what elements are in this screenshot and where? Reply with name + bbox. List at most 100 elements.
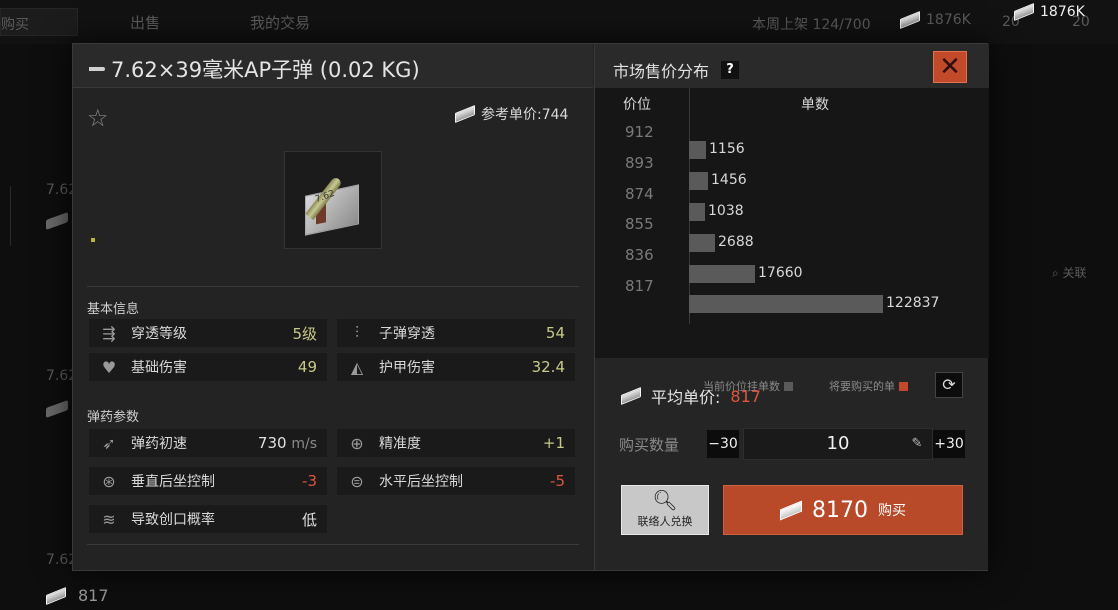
- stat-label: 水平后坐控制: [379, 474, 463, 490]
- money-icon: [46, 211, 68, 231]
- divider: [10, 186, 11, 246]
- item-details-pane: 7.62×39毫米AP子弹 (0.02 KG) ☆ 参考单价:744 7.62 …: [73, 44, 593, 570]
- broken-heart-icon: ♥: [101, 357, 117, 377]
- price-distribution-chart: 价位 单数 912 893 874 855 836 817 1156 1456 1038 2688…: [595, 88, 989, 398]
- contact-exchange-button[interactable]: 🔍︎ 联络人兑换: [621, 485, 709, 535]
- bullet-icon: [89, 67, 105, 71]
- bleeding-icon: ≋: [102, 509, 116, 529]
- quantity-bar: [689, 233, 715, 252]
- price-tick-label: 855: [625, 215, 654, 234]
- market-header: 市场售价分布 ? ✕: [595, 44, 989, 88]
- average-price-label: 平均单价:: [651, 388, 721, 407]
- stat-value: 730 m/s: [258, 434, 317, 452]
- stat-value: +1: [542, 434, 565, 452]
- item-title-text: 7.62×39毫米AP子弹 (0.02 KG): [111, 58, 420, 82]
- money-icon: [46, 399, 68, 419]
- quantity-value: 10: [826, 433, 850, 454]
- stat-value: -5: [550, 472, 565, 490]
- column-header-quantity: 单数: [801, 97, 829, 113]
- quantity-bar-label: 1156: [709, 141, 745, 158]
- stat-label: 基础伤害: [131, 360, 187, 376]
- bullet-penetration-icon: ⫶: [354, 323, 359, 342]
- money-icon: [621, 386, 641, 406]
- ammo-params-title: 弹药参数: [87, 410, 140, 425]
- reference-price: 参考单价:744: [455, 104, 568, 124]
- penetration-level-icon: ⇶: [102, 323, 116, 343]
- stat-unit: m/s: [291, 436, 317, 452]
- buy-button[interactable]: 8170 购买: [723, 485, 963, 535]
- rarity-dot: [91, 238, 95, 242]
- money-display: 1876K: [900, 10, 971, 30]
- price-tick-label: 893: [625, 153, 654, 172]
- search-text: 购买: [1, 17, 29, 33]
- legend-swatch-buy: [899, 381, 908, 391]
- legend-buy: 将要购买的单: [829, 378, 908, 394]
- vertical-recoil-icon: ⊛: [102, 471, 116, 491]
- horizontal-recoil-icon: ⊜: [350, 471, 364, 491]
- money-icon: [46, 586, 66, 605]
- price-tick-label: 912: [625, 123, 654, 141]
- price-tick-label: 874: [625, 184, 654, 203]
- increase-30-button[interactable]: +30: [933, 430, 965, 458]
- help-icon[interactable]: ?: [721, 61, 740, 79]
- stat-base-damage: ♥ 基础伤害 49: [89, 353, 327, 381]
- money-value: 1876K: [926, 12, 971, 28]
- quantity-input[interactable]: 10 ✎: [743, 428, 933, 460]
- stat-value: 5级: [292, 324, 317, 343]
- stat-value: -3: [302, 472, 317, 490]
- tab-sell[interactable]: 出售: [130, 12, 160, 33]
- quantity-bar: [689, 264, 755, 283]
- purchase-dialog: 7.62×39毫米AP子弹 (0.02 KG) ☆ 参考单价:744 7.62 …: [72, 43, 989, 571]
- reference-price-text: 参考单价:744: [481, 107, 569, 123]
- average-price: 平均单价: 817: [621, 384, 761, 408]
- top-money-display: 1876K: [1014, 2, 1085, 22]
- stat-value: 低: [301, 510, 317, 529]
- stat-label: 穿透等级: [131, 326, 187, 342]
- bg-row-price: 817: [46, 586, 109, 605]
- quantity-bar-label: 17660: [758, 264, 803, 281]
- market-title-text: 市场售价分布: [613, 62, 710, 81]
- favorite-star-icon[interactable]: ☆: [87, 104, 109, 132]
- stat-armor-damage: ◭ 护甲伤害 32.4: [337, 353, 575, 381]
- search-icon: 🔍︎: [652, 488, 678, 512]
- market-title: 市场售价分布 ?: [613, 58, 740, 82]
- stat-bleeding-chance: ≋ 导致创口概率 低: [89, 505, 327, 533]
- quantity-bar: [689, 295, 883, 314]
- stat-label: 精准度: [379, 436, 421, 452]
- muzzle-velocity-icon: ➶: [102, 433, 116, 453]
- legend-buy-label: 将要购买的单: [829, 380, 895, 393]
- quantity-bar: [689, 203, 705, 221]
- pencil-icon: ✎: [911, 436, 923, 451]
- stat-value-number: 730: [257, 434, 287, 452]
- contact-exchange-label: 联络人兑换: [637, 515, 693, 528]
- divider: [87, 544, 579, 545]
- crosshair-icon: ⊕: [350, 433, 364, 453]
- bg-price-value: 817: [78, 586, 109, 605]
- basic-info-title: 基本信息: [87, 302, 140, 317]
- money-icon: [780, 500, 802, 520]
- quantity-label: 购买数量: [619, 436, 680, 454]
- stat-vertical-recoil: ⊛ 垂直后坐控制 -3: [89, 467, 327, 495]
- follow-label: 关联: [1062, 266, 1087, 280]
- divider: [87, 286, 579, 287]
- money-icon: [455, 104, 475, 124]
- market-pane: 市场售价分布 ? ✕ 价位 单数 912 893 874 855 836 817 1156 1…: [594, 44, 989, 570]
- item-title: 7.62×39毫米AP子弹 (0.02 KG): [89, 54, 420, 84]
- search-box[interactable]: 购买: [0, 8, 78, 36]
- stat-label: 导致创口概率: [131, 512, 215, 528]
- quantity-bar-label: 2688: [718, 233, 754, 250]
- stat-label: 垂直后坐控制: [131, 474, 215, 490]
- tab-my-trades[interactable]: 我的交易: [250, 12, 310, 33]
- stat-value: 32.4: [531, 358, 565, 376]
- column-header-price: 价位: [623, 97, 651, 113]
- stat-muzzle-velocity: ➶ 弹药初速 730 m/s: [89, 429, 327, 457]
- item-image: 7.62: [284, 151, 382, 249]
- close-button[interactable]: ✕: [933, 51, 967, 83]
- quantity-bar-label: 1456: [711, 172, 747, 189]
- follow-link[interactable]: ⌕ 关联: [1052, 264, 1087, 281]
- quantity-bar: [689, 172, 708, 191]
- decrease-30-button[interactable]: −30: [707, 430, 739, 458]
- money-icon: [900, 10, 920, 30]
- stat-value: 49: [297, 358, 317, 376]
- refresh-button[interactable]: ⟳: [935, 372, 963, 398]
